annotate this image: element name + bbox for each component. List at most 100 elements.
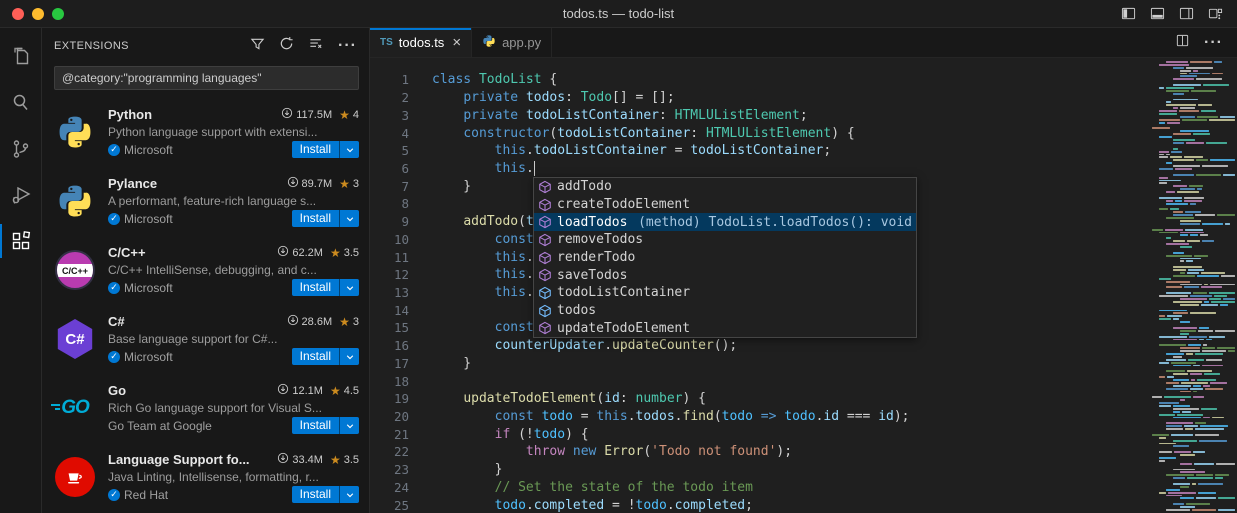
suggest-label: updateTodoElement [557,321,690,336]
tab-bar: TS todos.ts × app.py ··· [370,28,1237,58]
install-button[interactable]: Install [292,210,339,227]
install-dropdown-icon[interactable] [339,417,359,434]
code-line: 25 todo.completed = !todo.completed; [370,496,1137,513]
download-count-icon [281,107,293,122]
code-editor[interactable]: 1class TodoList {2 private todos: Todo[]… [370,58,1237,513]
download-count: 117.5M [296,109,332,121]
close-tab-icon[interactable]: × [452,34,461,51]
code-line: 21 if (!todo) { [370,425,1137,443]
extension-row-c[interactable]: C#C#28.6M★3Base language support for C#.… [42,305,369,374]
verified-publisher-icon: ✓ [108,144,120,156]
suggest-item-removeTodos[interactable]: removeTodos [534,231,916,249]
extension-search-input[interactable] [54,66,359,90]
refresh-icon[interactable] [279,36,294,56]
extensions-icon[interactable] [0,218,42,264]
line-number: 13 [370,285,409,300]
code-line: 2 private todos: Todo[] = []; [370,89,1137,107]
download-count: 12.1M [292,385,323,397]
rating: 3 [353,178,359,190]
filter-icon[interactable] [250,36,265,56]
extension-row-language-support-fo[interactable]: Language Support fo...33.4M★3.5Java Lint… [42,443,369,512]
customize-layout-icon[interactable] [1208,6,1223,21]
line-number: 14 [370,303,409,318]
search-icon[interactable] [0,80,42,126]
zoom-window-button[interactable] [52,8,64,20]
more-actions-icon[interactable]: ··· [338,37,357,55]
install-button[interactable]: Install [292,348,339,365]
verified-publisher-icon: ✓ [108,351,120,363]
java-extension-logo [55,457,95,497]
download-count-icon [277,245,289,260]
extension-logo [54,180,96,222]
symbol-method-icon [537,179,553,195]
install-button[interactable]: Install [292,141,339,158]
minimize-window-button[interactable] [32,8,44,20]
suggest-item-todos[interactable]: todos [534,302,916,320]
extension-description: A performant, feature-rich language s... [108,194,359,208]
suggest-item-saveTodos[interactable]: saveTodos [534,266,916,284]
editor-more-actions-icon[interactable]: ··· [1204,34,1223,52]
clear-extension-search-icon[interactable] [308,36,324,56]
extension-logo: C/C++ [54,249,96,291]
typescript-file-icon: TS [380,37,393,48]
line-number: 24 [370,480,409,495]
activity-bar [0,28,42,513]
suggest-item-addTodo[interactable]: addTodo [534,178,916,196]
line-number: 17 [370,356,409,371]
extension-name: Python [108,107,152,122]
sidebar-title: EXTENSIONS [54,40,129,52]
suggest-label: saveTodos [557,268,627,283]
intellisense-suggest-widget: addTodocreateTodoElementloadTodos(method… [533,177,917,338]
extension-description: Python language support with extensi... [108,125,359,139]
extension-name: Pylance [108,176,157,191]
toggle-secondary-sidebar-icon[interactable] [1179,6,1194,21]
tab-label: app.py [502,35,541,50]
run-debug-icon[interactable] [0,172,42,218]
minimap[interactable] [1144,58,1237,513]
toggle-primary-sidebar-icon[interactable] [1121,6,1136,21]
suggest-item-renderTodo[interactable]: renderTodo [534,249,916,267]
extension-row-c-c[interactable]: C/C++C/C++62.2M★3.5C/C++ IntelliSense, d… [42,236,369,305]
tab-todos-ts[interactable]: TS todos.ts × [370,28,472,57]
extension-row-python[interactable]: Python117.5M★4Python language support wi… [42,98,369,167]
install-button[interactable]: Install [292,279,339,296]
rating: 4.5 [344,385,359,397]
star-icon: ★ [339,108,350,122]
install-button[interactable]: Install [292,486,339,503]
suggest-item-todoListContainer[interactable]: todoListContainer [534,284,916,302]
suggest-item-loadTodos[interactable]: loadTodos(method) TodoList.loadTodos(): … [534,213,916,231]
suggest-item-updateTodoElement[interactable]: updateTodoElement [534,320,916,338]
rating: 3.5 [344,454,359,466]
extension-row-go[interactable]: GOGo12.1M★4.5Rich Go language support fo… [42,374,369,443]
suggest-item-createTodoElement[interactable]: createTodoElement [534,196,916,214]
install-dropdown-icon[interactable] [339,486,359,503]
install-dropdown-icon[interactable] [339,210,359,227]
rating: 3.5 [344,247,359,259]
line-number: 20 [370,409,409,424]
extension-logo [54,111,96,153]
explorer-icon[interactable] [0,34,42,80]
extension-row-pylance[interactable]: Pylance89.7M★3A performant, feature-rich… [42,167,369,236]
suggest-label: todos [557,303,596,318]
tab-app-py[interactable]: app.py [472,28,552,57]
install-dropdown-icon[interactable] [339,348,359,365]
close-window-button[interactable] [12,8,24,20]
line-number: 2 [370,90,409,105]
code-line: 24 // Set the state of the todo item [370,479,1137,497]
split-editor-icon[interactable] [1175,33,1190,53]
symbol-method-icon [537,320,553,336]
window-title: todos.ts — todo-list [0,6,1237,21]
toggle-panel-icon[interactable] [1150,6,1165,21]
install-button[interactable]: Install [292,417,339,434]
code-line: 23 } [370,461,1137,479]
install-dropdown-icon[interactable] [339,141,359,158]
symbol-method-icon [537,250,553,266]
source-control-icon[interactable] [0,126,42,172]
extension-name: C# [108,314,125,329]
install-dropdown-icon[interactable] [339,279,359,296]
line-number: 4 [370,126,409,141]
suggest-label: renderTodo [557,250,635,265]
extension-name: C/C++ [108,245,146,260]
code-line: 20 const todo = this.todos.find(todo => … [370,408,1137,426]
code-line: 18 [370,372,1137,390]
